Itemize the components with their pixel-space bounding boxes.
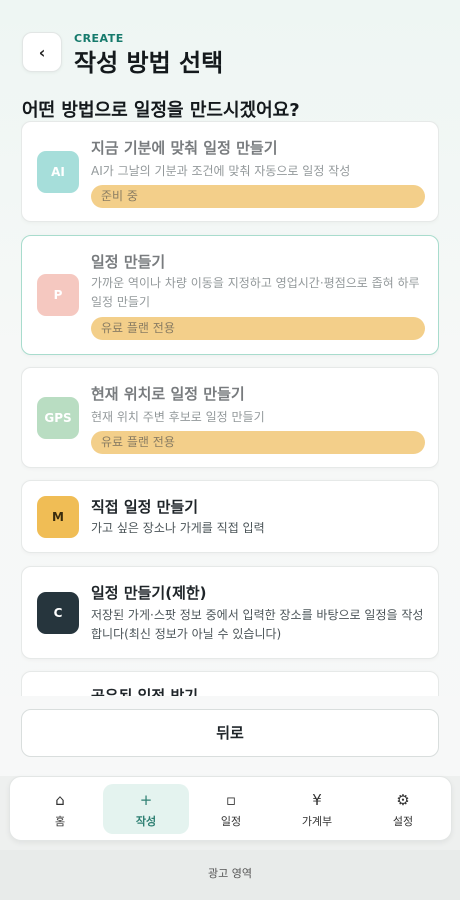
card-title: 일정 만들기(제한) <box>91 584 207 602</box>
ai-icon: AI <box>37 151 79 193</box>
method-card-manual[interactable]: M 직접 일정 만들기 가고 싶은 장소나 가게를 직접 입력 <box>21 480 439 553</box>
m-icon: M <box>37 496 79 538</box>
status-badge: 유료 플랜 전용 <box>91 431 425 454</box>
card-description: 저장된 가게·스팟 정보 중에서 입력한 장소를 바탕으로 일정을 작성합니다(… <box>91 608 424 641</box>
p-icon: P <box>37 274 79 316</box>
chevron-left-icon: ‹ <box>38 42 46 62</box>
home-icon: ⌂ <box>55 791 65 809</box>
status-badge: 유료 플랜 전용 <box>91 317 425 340</box>
back-button[interactable]: 뒤로 <box>21 709 439 757</box>
card-description: 가까운 역이나 차량 이동을 지정하고 영업시간·평점으로 좁혀 하루 일정 만… <box>91 276 420 309</box>
back-icon-button[interactable]: ‹ <box>22 32 62 72</box>
card-title: 현재 위치로 일정 만들기 <box>91 385 245 403</box>
gear-icon: ⚙ <box>396 791 410 809</box>
tab-label: 작성 <box>135 815 157 828</box>
method-card-gps[interactable]: GPS 현재 위치로 일정 만들기 현재 위치 주변 후보로 일정 만들기 유료… <box>21 367 439 468</box>
header-text: CREATE 작성 방법 선택 <box>74 32 223 78</box>
header: ‹ CREATE 작성 방법 선택 <box>22 32 223 78</box>
tab-bar: ⌂ 홈 + 작성 ▫ 일정 ¥ 가계부 ⚙ 설정 <box>9 776 452 841</box>
tab-label: 일정 <box>220 815 242 828</box>
method-card-plan[interactable]: P 일정 만들기 가까운 역이나 차량 이동을 지정하고 영업시간·평점으로 좁… <box>21 235 439 355</box>
tab-create[interactable]: + 작성 <box>103 784 189 834</box>
question-heading: 어떤 방법으로 일정을 만드시겠어요? <box>22 100 300 121</box>
card-description: 현재 위치 주변 후보로 일정 만들기 <box>91 410 265 424</box>
method-list[interactable]: AI 지금 기분에 맞춰 일정 만들기 AI가 그날의 기분과 조건에 맞춰 자… <box>21 121 439 697</box>
tab-label: 가계부 <box>301 815 333 828</box>
card-title: 직접 일정 만들기 <box>91 498 199 516</box>
page-title: 작성 방법 선택 <box>74 49 224 77</box>
tab-home[interactable]: ⌂ 홈 <box>17 784 103 834</box>
status-badge: 준비 중 <box>91 185 425 208</box>
plus-icon: + <box>139 791 153 809</box>
tab-schedule[interactable]: ▫ 일정 <box>188 784 274 834</box>
card-title: 일정 만들기 <box>91 253 166 271</box>
yen-icon: ¥ <box>312 791 322 809</box>
card-description: AI가 그날의 기분과 조건에 맞춰 자동으로 일정 작성 <box>91 164 351 178</box>
method-card-limited[interactable]: C 일정 만들기(제한) 저장된 가게·스팟 정보 중에서 입력한 장소를 바탕… <box>21 566 439 659</box>
card-title: 지금 기분에 맞춰 일정 만들기 <box>91 139 278 157</box>
tab-settings[interactable]: ⚙ 설정 <box>360 784 446 834</box>
tab-budget[interactable]: ¥ 가계부 <box>274 784 360 834</box>
tab-label: 홈 <box>54 815 66 828</box>
ad-area: 광고 영역 <box>0 850 460 900</box>
calendar-icon: ▫ <box>225 791 237 809</box>
card-description: 가고 싶은 장소나 가게를 직접 입력 <box>91 521 265 535</box>
method-card-shared[interactable]: 공유된 일정 받기 <box>21 671 439 697</box>
tab-label: 설정 <box>392 815 414 828</box>
method-card-ai[interactable]: AI 지금 기분에 맞춰 일정 만들기 AI가 그날의 기분과 조건에 맞춰 자… <box>21 121 439 222</box>
eyebrow-label: CREATE <box>74 32 124 45</box>
gps-icon: GPS <box>37 397 79 439</box>
c-icon: C <box>37 592 79 634</box>
